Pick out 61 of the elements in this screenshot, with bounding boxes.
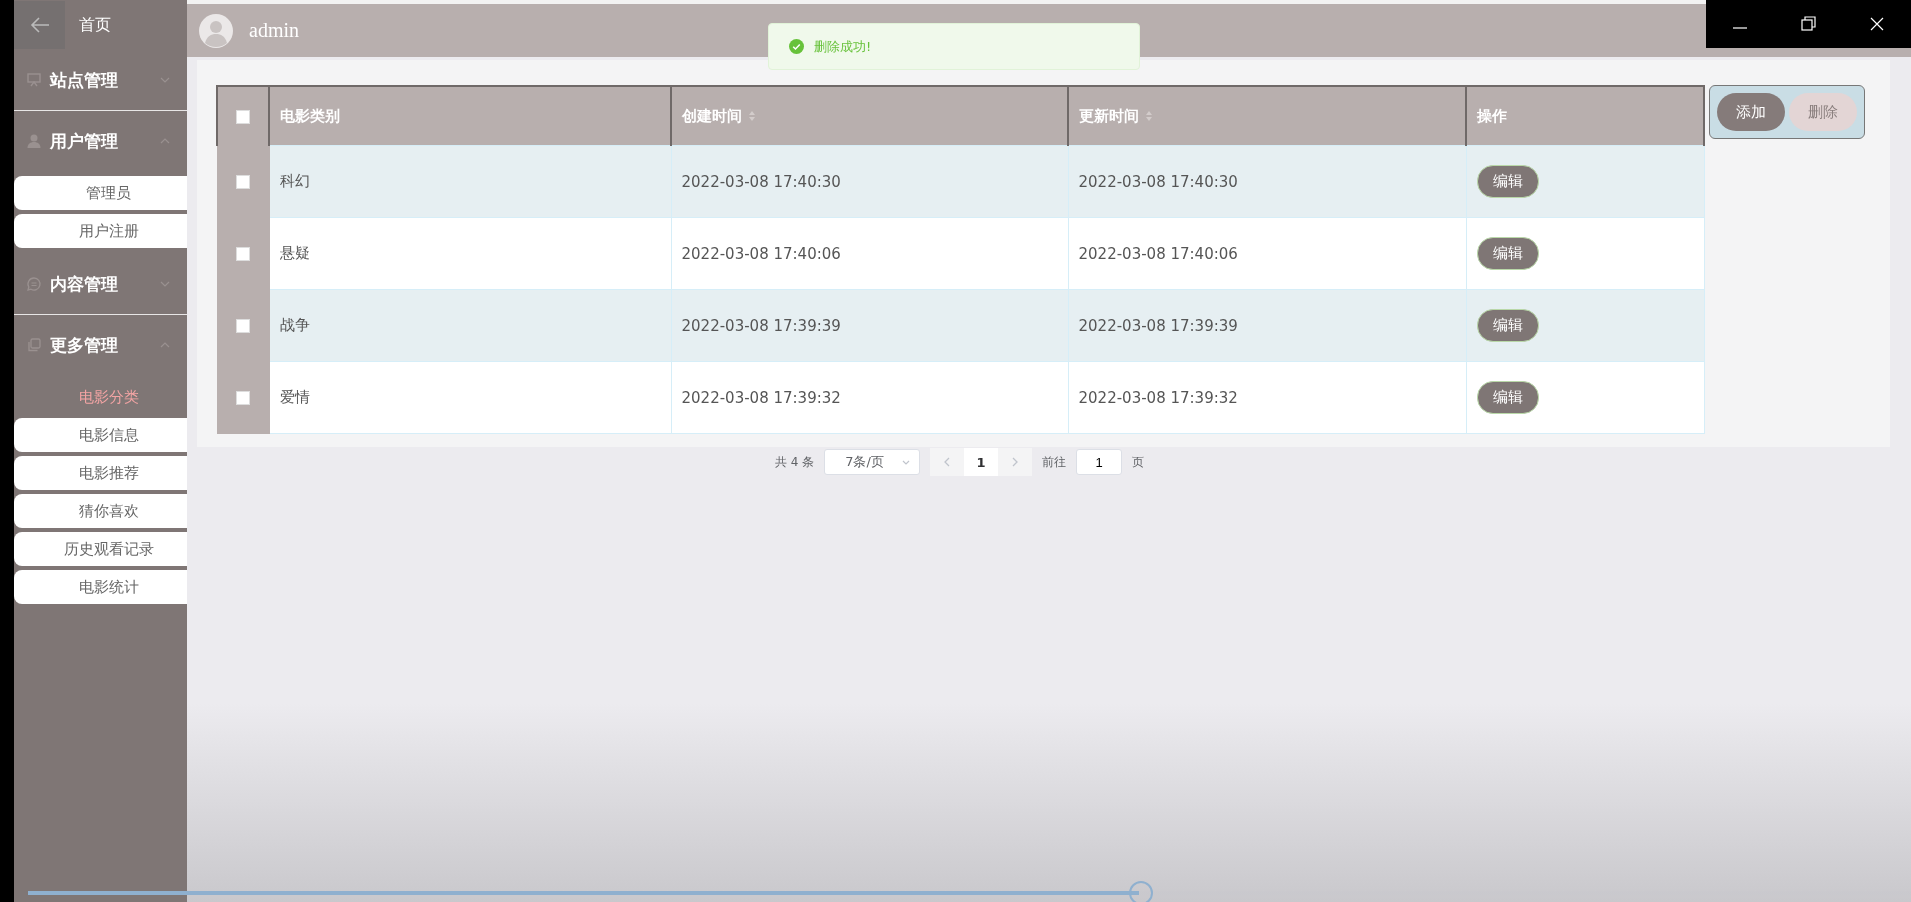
progress-thumb[interactable] bbox=[1128, 881, 1153, 902]
table-cell: 2022-03-08 17:39:32 bbox=[1078, 388, 1238, 407]
table-cell: 2022-03-08 17:39:39 bbox=[1078, 316, 1238, 335]
row-checkbox[interactable] bbox=[236, 391, 250, 405]
sidebar-item[interactable]: 电影分类 bbox=[14, 380, 187, 414]
copy-icon bbox=[26, 337, 42, 353]
username: admin bbox=[249, 19, 299, 42]
sidebar-item[interactable]: 用户注册 bbox=[14, 214, 187, 248]
page-unit: 页 bbox=[1132, 453, 1145, 471]
minimize-icon bbox=[1733, 26, 1748, 29]
row-checkbox[interactable] bbox=[236, 247, 250, 261]
page-size-select[interactable]: 7条/页 bbox=[824, 449, 921, 475]
total-count: 共 4 条 bbox=[774, 453, 815, 471]
column-header: 更新时间 bbox=[1079, 106, 1139, 125]
monitor-icon bbox=[26, 72, 42, 88]
home-link[interactable]: 首页 bbox=[79, 14, 111, 36]
sidebar-item[interactable]: 历史观看记录 bbox=[14, 532, 187, 566]
edit-button[interactable]: 编辑 bbox=[1476, 165, 1539, 198]
toast-message: 删除成功! bbox=[814, 37, 872, 56]
goto-page-field[interactable]: 1 bbox=[1076, 449, 1123, 475]
restore-icon bbox=[1798, 14, 1819, 34]
sort-icon[interactable] bbox=[1145, 110, 1153, 122]
sidebar-group[interactable]: 更多管理 bbox=[14, 315, 187, 376]
table-cell: 2022-03-08 17:39:39 bbox=[681, 316, 841, 335]
select-all-checkbox[interactable] bbox=[236, 109, 250, 124]
sort-icon[interactable] bbox=[748, 110, 756, 122]
table-cell: 2022-03-08 17:40:30 bbox=[681, 172, 841, 191]
table-cell: 2022-03-08 17:40:06 bbox=[1078, 244, 1238, 263]
restore-button[interactable] bbox=[1798, 14, 1819, 34]
sidebar-item[interactable]: 管理员 bbox=[14, 176, 187, 210]
page-number[interactable]: 1 bbox=[964, 448, 999, 476]
table-cell: 科幻 bbox=[279, 172, 310, 190]
sidebar-item[interactable]: 电影统计 bbox=[14, 570, 187, 604]
edit-button[interactable]: 编辑 bbox=[1476, 381, 1539, 414]
user-icon bbox=[26, 133, 42, 149]
table-cell: 2022-03-08 17:40:06 bbox=[681, 244, 841, 263]
row-checkbox[interactable] bbox=[236, 319, 250, 333]
sidebar-group[interactable]: 用户管理 bbox=[14, 111, 187, 172]
avatar-icon bbox=[199, 13, 233, 48]
column-header: 电影类别 bbox=[280, 106, 340, 125]
row-checkbox[interactable] bbox=[236, 175, 250, 189]
table-cell: 爱情 bbox=[279, 388, 310, 406]
table-cell: 战争 bbox=[279, 316, 310, 334]
add-button[interactable]: 添加 bbox=[1717, 93, 1785, 131]
sidebar-item[interactable]: 电影推荐 bbox=[14, 456, 187, 490]
chat-icon bbox=[26, 276, 42, 292]
table-cell: 2022-03-08 17:39:32 bbox=[681, 388, 841, 407]
next-page-button[interactable] bbox=[998, 448, 1033, 476]
check-circle-icon bbox=[789, 39, 804, 54]
edit-button[interactable]: 编辑 bbox=[1476, 309, 1539, 342]
sidebar-item[interactable]: 电影信息 bbox=[14, 418, 187, 452]
table-cell: 悬疑 bbox=[279, 244, 310, 262]
back-button[interactable] bbox=[14, 1, 65, 49]
goto-label: 前往 bbox=[1042, 453, 1067, 471]
prev-page-button[interactable] bbox=[930, 448, 965, 476]
column-header: 创建时间 bbox=[682, 106, 742, 125]
column-header: 操作 bbox=[1477, 106, 1507, 125]
sidebar-item[interactable]: 猜你喜欢 bbox=[14, 494, 187, 528]
edit-button[interactable]: 编辑 bbox=[1476, 237, 1539, 270]
arrow-left-icon bbox=[28, 16, 51, 34]
table-cell: 2022-03-08 17:40:30 bbox=[1078, 172, 1238, 191]
